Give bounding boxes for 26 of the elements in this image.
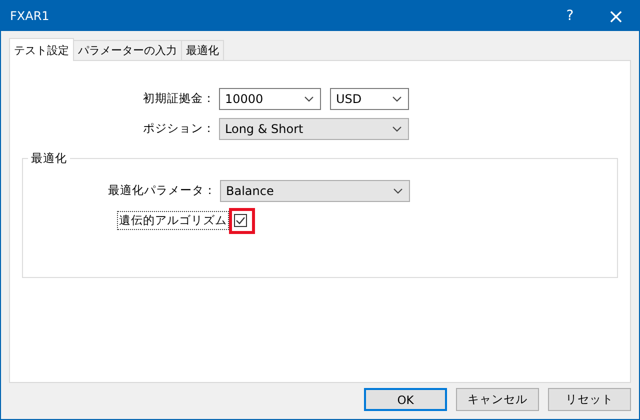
dropdown-value: USD	[336, 92, 362, 106]
tab[interactable]: 最適化	[181, 40, 224, 60]
dropdown[interactable]: USD	[330, 88, 409, 110]
help-button[interactable]: ?	[547, 1, 593, 31]
dialog-button[interactable]: OK	[364, 388, 447, 411]
chevron-icon	[304, 96, 314, 102]
dropdown-value: 10000	[225, 92, 264, 106]
dropdown[interactable]: Long & Short	[219, 118, 409, 140]
dialog-button[interactable]: リセット	[548, 388, 631, 411]
dropdown[interactable]: Balance	[220, 180, 410, 202]
tab[interactable]: テスト設定	[9, 38, 74, 61]
close-button[interactable]: ×	[593, 1, 639, 31]
chevron-icon	[393, 188, 403, 194]
field-label: 初期証拠金：	[142, 91, 216, 106]
chevron-icon	[392, 126, 402, 132]
field-label: ポジション：	[142, 121, 216, 136]
chevron-icon	[392, 96, 402, 102]
checkbox[interactable]	[234, 214, 247, 226]
dialog-button[interactable]: キャンセル	[456, 388, 539, 411]
dropdown-value: Long & Short	[225, 122, 304, 136]
checkbox-label: 遺伝的アルゴリズム	[117, 211, 229, 230]
window-title: FXAR1	[9, 9, 50, 23]
group-title: 最適化	[28, 151, 70, 166]
dropdown[interactable]: 10000	[219, 88, 321, 110]
dropdown-value: Balance	[226, 184, 274, 198]
field-label: 最適化パラメータ：	[107, 183, 217, 198]
